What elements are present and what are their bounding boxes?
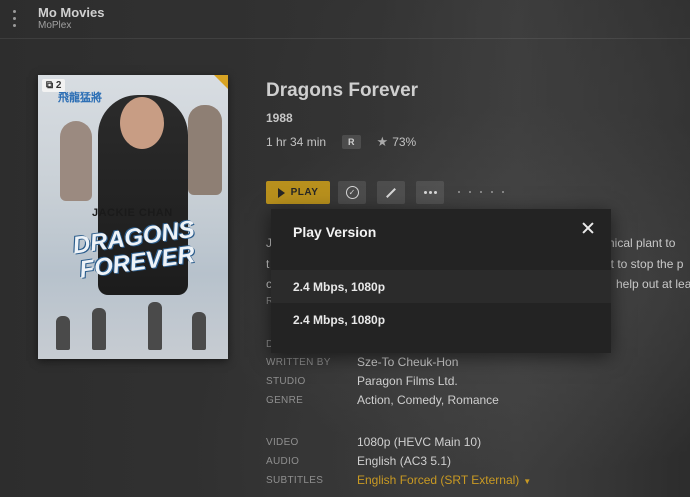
play-button[interactable]: PLAY xyxy=(266,181,330,204)
studio-value[interactable]: Paragon Films Ltd. xyxy=(357,374,458,388)
subtitles-value: English Forced (SRT External) xyxy=(357,473,520,487)
play-version-modal: Play Version 2.4 Mbps, 1080p 2.4 Mbps, 1… xyxy=(271,209,611,353)
movie-duration: 1 hr 34 min xyxy=(266,135,327,149)
modal-title: Play Version xyxy=(293,224,377,240)
version-option[interactable]: 2.4 Mbps, 1080p xyxy=(271,303,611,336)
version-count-badge: ⧉ 2 xyxy=(42,79,66,92)
chevron-down-icon: ▼ xyxy=(523,477,532,486)
written-by-label: WRITTEN BY xyxy=(266,357,331,368)
poster-corner-flag xyxy=(214,75,228,89)
subtitles-label: SUBTITLES xyxy=(266,475,324,486)
play-button-label: PLAY xyxy=(290,187,319,198)
drag-handle-icon[interactable] xyxy=(13,10,16,27)
header-divider xyxy=(0,38,690,39)
poster-face xyxy=(120,97,164,149)
audio-value: English (AC3 5.1) xyxy=(357,454,452,468)
close-icon[interactable] xyxy=(581,221,595,235)
play-icon xyxy=(277,187,285,198)
movie-year: 1988 xyxy=(266,111,293,125)
star-icon: ★ xyxy=(376,134,389,149)
mark-watched-button[interactable]: ✓ xyxy=(338,181,366,204)
version-count: 2 xyxy=(55,80,62,91)
poster-actor-text: JACKIE CHAN xyxy=(92,207,173,219)
content-rating-badge: R xyxy=(342,135,361,149)
video-value: 1080p (HEVC Main 10) xyxy=(357,435,482,449)
summary-fragment: t xyxy=(266,257,270,271)
genre-label: GENRE xyxy=(266,395,304,406)
poster-title-text: DRAGONS FOREVER xyxy=(71,215,197,285)
more-dots-icon xyxy=(423,191,437,194)
audience-score-value: 73% xyxy=(392,135,417,149)
poster-figure-left xyxy=(60,121,92,201)
movie-title: Dragons Forever xyxy=(266,80,419,101)
audio-label: AUDIO xyxy=(266,456,300,467)
top-bar: Mo Movies MoPlex xyxy=(0,0,690,38)
poster-fighters xyxy=(52,300,212,350)
movie-meta: 1 hr 34 min R ★ 73% xyxy=(266,134,416,150)
summary-fragment: ut to stop the p xyxy=(604,257,684,271)
audience-score: ★ 73% xyxy=(377,134,417,150)
server-name: MoPlex xyxy=(38,20,72,31)
movie-poster[interactable]: 飛龍猛將 JACKIE CHAN DRAGONS FOREVER ⧉ 2 xyxy=(38,75,228,359)
poster-figure-right xyxy=(188,105,222,195)
library-title[interactable]: Mo Movies xyxy=(38,5,104,20)
genre-value[interactable]: Action, Comedy, Romance xyxy=(357,393,499,407)
loading-dots-icon xyxy=(458,191,504,193)
summary-fragment: help out at lea xyxy=(616,277,690,291)
edit-button[interactable] xyxy=(377,181,405,204)
video-label: VIDEO xyxy=(266,437,299,448)
check-circle-icon: ✓ xyxy=(345,186,359,199)
more-options-button[interactable] xyxy=(416,181,444,204)
version-option[interactable]: 2.4 Mbps, 1080p xyxy=(271,270,611,303)
pencil-icon xyxy=(386,187,396,198)
studio-label: STUDIO xyxy=(266,376,306,387)
poster-chinese-title: 飛龍猛將 xyxy=(58,92,102,104)
subtitles-dropdown[interactable]: English Forced (SRT External) ▼ xyxy=(357,473,531,487)
written-by-value[interactable]: Sze-To Cheuk-Hon xyxy=(357,355,458,369)
